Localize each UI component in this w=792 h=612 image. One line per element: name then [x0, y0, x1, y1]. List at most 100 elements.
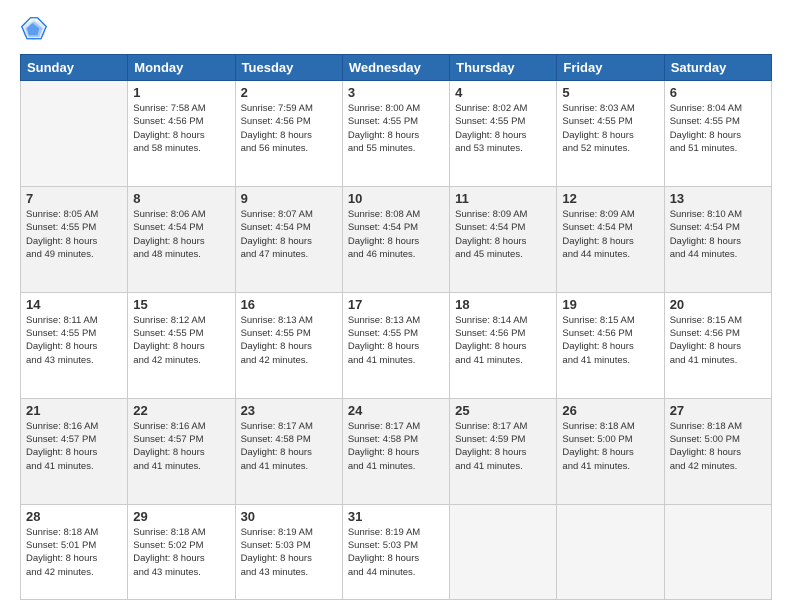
calendar-table: SundayMondayTuesdayWednesdayThursdayFrid… [20, 54, 772, 600]
calendar-cell: 30 Sunrise: 8:19 AMSunset: 5:03 PMDayligh… [235, 504, 342, 599]
day-info: Sunrise: 8:06 AMSunset: 4:54 PMDaylight:… [133, 208, 229, 261]
day-number: 31 [348, 509, 444, 524]
day-number: 13 [670, 191, 766, 206]
page: SundayMondayTuesdayWednesdayThursdayFrid… [0, 0, 792, 612]
day-info: Sunrise: 8:17 AMSunset: 4:59 PMDaylight:… [455, 420, 551, 473]
day-info: Sunrise: 8:10 AMSunset: 4:54 PMDaylight:… [670, 208, 766, 261]
calendar-cell: 29 Sunrise: 8:18 AMSunset: 5:02 PMDayligh… [128, 504, 235, 599]
day-info: Sunrise: 8:13 AMSunset: 4:55 PMDaylight:… [241, 314, 337, 367]
calendar-cell: 23 Sunrise: 8:17 AMSunset: 4:58 PMDayligh… [235, 398, 342, 504]
day-number: 21 [26, 403, 122, 418]
calendar-cell: 15 Sunrise: 8:12 AMSunset: 4:55 PMDayligh… [128, 292, 235, 398]
weekday-header-tuesday: Tuesday [235, 55, 342, 81]
calendar-cell: 4Sunrise: 8:02 AMSunset: 4:55 PMDaylight… [450, 81, 557, 187]
calendar-cell: 24 Sunrise: 8:17 AMSunset: 4:58 PMDayligh… [342, 398, 449, 504]
calendar-cell: 17 Sunrise: 8:13 AMSunset: 4:55 PMDayligh… [342, 292, 449, 398]
day-info: Sunrise: 8:04 AMSunset: 4:55 PMDaylight:… [670, 102, 766, 155]
day-info: Sunrise: 7:59 AMSunset: 4:56 PMDaylight:… [241, 102, 337, 155]
day-number: 23 [241, 403, 337, 418]
week-row-5: 28 Sunrise: 8:18 AMSunset: 5:01 PMDayligh… [21, 504, 772, 599]
day-info: Sunrise: 8:17 AMSunset: 4:58 PMDaylight:… [241, 420, 337, 473]
day-info: Sunrise: 8:18 AMSunset: 5:02 PMDaylight:… [133, 526, 229, 579]
calendar-cell: 3 Sunrise: 8:00 AMSunset: 4:55 PMDaylight… [342, 81, 449, 187]
week-row-3: 14 Sunrise: 8:11 AMSunset: 4:55 PMDayligh… [21, 292, 772, 398]
header-row: SundayMondayTuesdayWednesdayThursdayFrid… [21, 55, 772, 81]
day-info: Sunrise: 8:17 AMSunset: 4:58 PMDaylight:… [348, 420, 444, 473]
day-number: 18 [455, 297, 551, 312]
calendar-cell: 18 Sunrise: 8:14 AMSunset: 4:56 PMDayligh… [450, 292, 557, 398]
day-info: Sunrise: 8:19 AMSunset: 5:03 PMDaylight:… [241, 526, 337, 579]
day-number: 29 [133, 509, 229, 524]
day-info: Sunrise: 8:14 AMSunset: 4:56 PMDaylight:… [455, 314, 551, 367]
weekday-header-thursday: Thursday [450, 55, 557, 81]
calendar-cell: 7 Sunrise: 8:05 AMSunset: 4:55 PMDaylight… [21, 186, 128, 292]
day-number: 14 [26, 297, 122, 312]
day-info: Sunrise: 8:16 AMSunset: 4:57 PMDaylight:… [26, 420, 122, 473]
header [20, 16, 772, 44]
calendar-cell: 22 Sunrise: 8:16 AMSunset: 4:57 PMDayligh… [128, 398, 235, 504]
weekday-header-sunday: Sunday [21, 55, 128, 81]
day-info: Sunrise: 8:13 AMSunset: 4:55 PMDaylight:… [348, 314, 444, 367]
calendar-cell [21, 81, 128, 187]
day-number: 5 [562, 85, 658, 100]
calendar-cell: 6Sunrise: 8:04 AMSunset: 4:55 PMDaylight… [664, 81, 771, 187]
day-number: 30 [241, 509, 337, 524]
week-row-2: 7 Sunrise: 8:05 AMSunset: 4:55 PMDaylight… [21, 186, 772, 292]
day-number: 2 [241, 85, 337, 100]
weekday-header-wednesday: Wednesday [342, 55, 449, 81]
day-number: 10 [348, 191, 444, 206]
day-info: Sunrise: 8:09 AMSunset: 4:54 PMDaylight:… [455, 208, 551, 261]
logo [20, 16, 52, 44]
calendar-cell: 2 Sunrise: 7:59 AMSunset: 4:56 PMDaylight… [235, 81, 342, 187]
day-info: Sunrise: 8:18 AMSunset: 5:00 PMDaylight:… [562, 420, 658, 473]
calendar-cell: 11Sunrise: 8:09 AMSunset: 4:54 PMDayligh… [450, 186, 557, 292]
day-info: Sunrise: 8:03 AMSunset: 4:55 PMDaylight:… [562, 102, 658, 155]
calendar-cell: 16Sunrise: 8:13 AMSunset: 4:55 PMDayligh… [235, 292, 342, 398]
day-number: 26 [562, 403, 658, 418]
day-number: 1 [133, 85, 229, 100]
calendar-cell: 12Sunrise: 8:09 AMSunset: 4:54 PMDayligh… [557, 186, 664, 292]
day-number: 17 [348, 297, 444, 312]
day-number: 22 [133, 403, 229, 418]
calendar-cell: 14 Sunrise: 8:11 AMSunset: 4:55 PMDayligh… [21, 292, 128, 398]
day-number: 20 [670, 297, 766, 312]
day-number: 24 [348, 403, 444, 418]
calendar-cell: 19Sunrise: 8:15 AMSunset: 4:56 PMDayligh… [557, 292, 664, 398]
weekday-header-saturday: Saturday [664, 55, 771, 81]
calendar-cell: 26 Sunrise: 8:18 AMSunset: 5:00 PMDayligh… [557, 398, 664, 504]
day-number: 27 [670, 403, 766, 418]
day-info: Sunrise: 8:12 AMSunset: 4:55 PMDaylight:… [133, 314, 229, 367]
day-info: Sunrise: 8:16 AMSunset: 4:57 PMDaylight:… [133, 420, 229, 473]
day-info: Sunrise: 8:05 AMSunset: 4:55 PMDaylight:… [26, 208, 122, 261]
day-info: Sunrise: 8:18 AMSunset: 5:01 PMDaylight:… [26, 526, 122, 579]
day-info: Sunrise: 8:19 AMSunset: 5:03 PMDaylight:… [348, 526, 444, 579]
calendar-cell: 25 Sunrise: 8:17 AMSunset: 4:59 PMDayligh… [450, 398, 557, 504]
weekday-header-monday: Monday [128, 55, 235, 81]
calendar-cell: 9 Sunrise: 8:07 AMSunset: 4:54 PMDaylight… [235, 186, 342, 292]
week-row-4: 21 Sunrise: 8:16 AMSunset: 4:57 PMDayligh… [21, 398, 772, 504]
day-number: 15 [133, 297, 229, 312]
day-number: 9 [241, 191, 337, 206]
calendar-cell: 8 Sunrise: 8:06 AMSunset: 4:54 PMDaylight… [128, 186, 235, 292]
calendar-cell: 20Sunrise: 8:15 AMSunset: 4:56 PMDayligh… [664, 292, 771, 398]
calendar-cell: 10 Sunrise: 8:08 AMSunset: 4:54 PMDayligh… [342, 186, 449, 292]
day-number: 28 [26, 509, 122, 524]
day-info: Sunrise: 8:11 AMSunset: 4:55 PMDaylight:… [26, 314, 122, 367]
calendar-cell: 1Sunrise: 7:58 AMSunset: 4:56 PMDaylight… [128, 81, 235, 187]
calendar-cell: 28 Sunrise: 8:18 AMSunset: 5:01 PMDayligh… [21, 504, 128, 599]
day-info: Sunrise: 8:00 AMSunset: 4:55 PMDaylight:… [348, 102, 444, 155]
day-info: Sunrise: 8:15 AMSunset: 4:56 PMDaylight:… [562, 314, 658, 367]
logo-icon [20, 16, 48, 44]
day-number: 25 [455, 403, 551, 418]
day-number: 3 [348, 85, 444, 100]
day-info: Sunrise: 8:08 AMSunset: 4:54 PMDaylight:… [348, 208, 444, 261]
calendar-cell: 5 Sunrise: 8:03 AMSunset: 4:55 PMDaylight… [557, 81, 664, 187]
day-info: Sunrise: 8:02 AMSunset: 4:55 PMDaylight:… [455, 102, 551, 155]
calendar-cell: 27Sunrise: 8:18 AMSunset: 5:00 PMDayligh… [664, 398, 771, 504]
day-number: 7 [26, 191, 122, 206]
calendar-cell [557, 504, 664, 599]
day-number: 8 [133, 191, 229, 206]
day-number: 12 [562, 191, 658, 206]
weekday-header-friday: Friday [557, 55, 664, 81]
day-info: Sunrise: 8:07 AMSunset: 4:54 PMDaylight:… [241, 208, 337, 261]
